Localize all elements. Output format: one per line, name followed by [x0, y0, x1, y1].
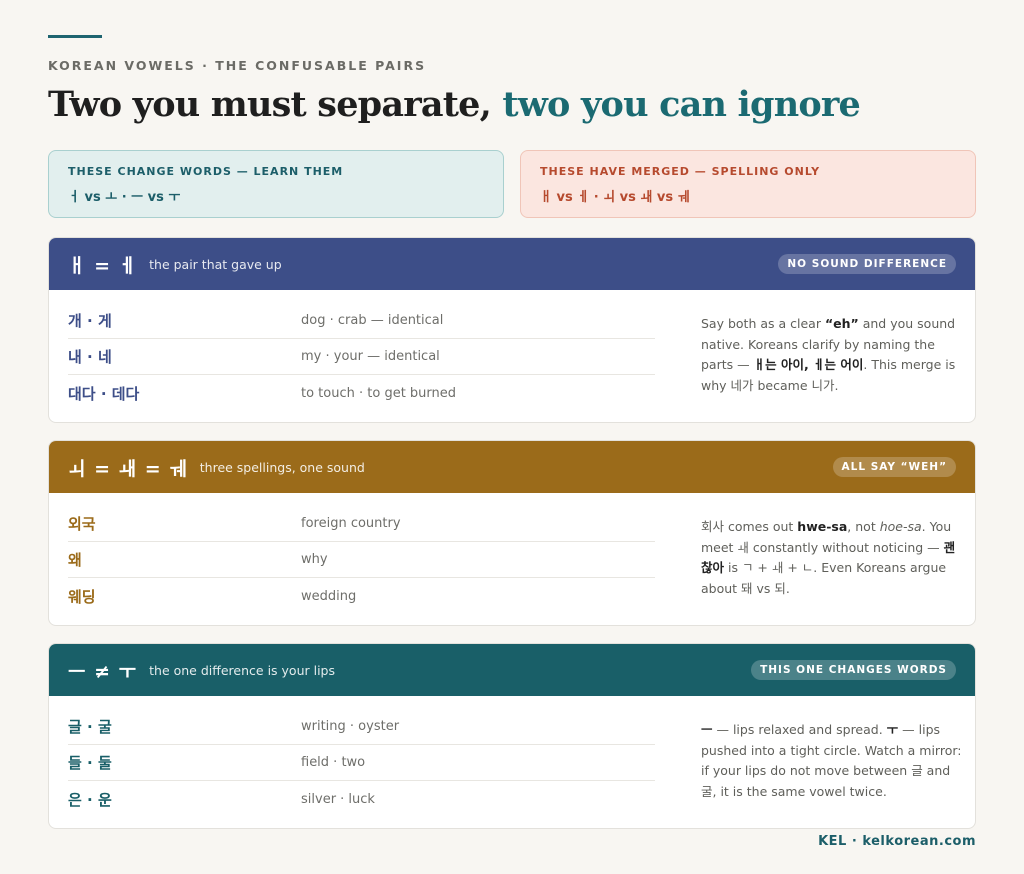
accent-rule — [48, 35, 102, 38]
card-ae-e: ㅐ = ㅔ the pair that gave up NO SOUND DIF… — [48, 237, 976, 423]
note-emphasis: “eh” — [824, 316, 859, 331]
word-list: 외국 foreign country 왜 why 웨딩 wedding — [68, 506, 655, 614]
note-emphasis: hwe-sa — [797, 519, 848, 534]
card-header: ㅐ = ㅔ the pair that gave up NO SOUND DIF… — [49, 238, 975, 290]
note-emphasis: ㅐ는 아이, ㅔ는 어이 — [753, 357, 864, 372]
card-header: ㅡ ≠ ㅜ the one difference is your lips TH… — [49, 644, 975, 696]
note-italic: hoe-sa — [879, 519, 922, 534]
word: 내 · 네 — [68, 348, 112, 366]
footer-credit: KEL · kelkorean.com — [818, 834, 976, 849]
word-row: 외국 foreign country — [68, 506, 655, 542]
word-row: 글 · 굴 writing · oyster — [68, 709, 655, 745]
word: 개 · 게 — [68, 312, 112, 330]
note-emphasis: ㅜ — [886, 722, 899, 737]
gloss: dog · crab — identical — [301, 313, 444, 328]
card-eu-u: ㅡ ≠ ㅜ the one difference is your lips TH… — [48, 643, 976, 829]
word-row: 개 · 게 dog · crab — identical — [68, 303, 655, 339]
card-header: ㅚ = ㅙ = ㅞ three spellings, one sound ALL… — [49, 441, 975, 493]
eyebrow: KOREAN VOWELS · THE CONFUSABLE PAIRS — [48, 58, 427, 73]
word: 은 · 운 — [68, 790, 112, 809]
callout-learn-body: ㅓ vs ㅗ · ㅡ vs ㅜ — [68, 190, 181, 205]
word: 외국 — [68, 515, 96, 533]
card-subtitle: the one difference is your lips — [149, 662, 336, 678]
card-oe-wae-we: ㅚ = ㅙ = ㅞ three spellings, one sound ALL… — [48, 440, 976, 626]
word-row: 대다 · 데다 to touch · to get burned — [68, 375, 655, 411]
gloss: my · your — identical — [301, 349, 440, 364]
word-row: 들 · 둘 field · two — [68, 745, 655, 781]
card-note: 회사 comes out hwe-sa, not hoe-sa. You mee… — [701, 517, 963, 599]
gloss: why — [301, 552, 328, 567]
callout-merged-body: ㅐ vs ㅔ · ㅚ vs ㅙ vs ㅞ — [540, 190, 690, 205]
word: 글 · 굴 — [68, 718, 112, 736]
note-text: — lips relaxed and spread. — [712, 722, 887, 737]
page-title: Two you must separate, two you can ignor… — [48, 84, 861, 125]
gloss: writing · oyster — [301, 719, 400, 734]
card-glyphs: ㅚ = ㅙ = ㅞ — [68, 457, 188, 480]
card-glyphs: ㅐ = ㅔ — [68, 254, 138, 277]
note-text: 회사 comes out — [701, 519, 798, 534]
callout-merged-title: THESE HAVE MERGED — SPELLING ONLY — [540, 165, 821, 178]
word-row: 웨딩 wedding — [68, 578, 655, 614]
word-row: 왜 why — [68, 542, 655, 578]
card-note: ㅡ — lips relaxed and spread. ㅜ — lips pu… — [701, 720, 963, 802]
callout-merged: THESE HAVE MERGED — SPELLING ONLY ㅐ vs ㅔ… — [520, 150, 976, 218]
card-glyphs: ㅡ ≠ ㅜ — [68, 660, 138, 683]
gloss: field · two — [301, 755, 366, 770]
status-badge: THIS ONE CHANGES WORDS — [751, 660, 956, 680]
card-subtitle: the pair that gave up — [149, 256, 282, 272]
word-list: 개 · 게 dog · crab — identical 내 · 네 my · … — [68, 303, 655, 411]
word: 들 · 둘 — [68, 754, 112, 772]
note-text: is ㄱ + ㅙ + ㄴ. Even Koreans argue about 돼… — [701, 560, 947, 596]
gloss: silver · luck — [301, 791, 375, 807]
word-row: 내 · 네 my · your — identical — [68, 339, 655, 375]
status-badge: NO SOUND DIFFERENCE — [778, 254, 956, 274]
card-note: Say both as a clear “eh” and you sound n… — [701, 314, 963, 396]
callout-learn: THESE CHANGE WORDS — LEARN THEM ㅓ vs ㅗ ·… — [48, 150, 504, 218]
word: 웨딩 — [68, 587, 96, 606]
status-badge: ALL SAY “WEH” — [832, 457, 956, 477]
headline-part2: two you can ignore — [502, 84, 860, 125]
headline-part1: Two you must separate, — [48, 84, 503, 125]
word-list: 글 · 굴 writing · oyster 들 · 둘 field · two… — [68, 709, 655, 817]
note-text: , not — [847, 519, 880, 534]
card-subtitle: three spellings, one sound — [199, 459, 365, 475]
word: 대다 · 데다 — [68, 384, 140, 403]
note-text: Say both as a clear — [701, 316, 825, 331]
gloss: to touch · to get burned — [301, 385, 457, 401]
word: 왜 — [68, 551, 82, 569]
gloss: wedding — [301, 588, 357, 604]
gloss: foreign country — [301, 516, 401, 531]
callout-learn-title: THESE CHANGE WORDS — LEARN THEM — [68, 165, 344, 178]
note-emphasis: ㅡ — [701, 722, 713, 737]
word-row: 은 · 운 silver · luck — [68, 781, 655, 817]
